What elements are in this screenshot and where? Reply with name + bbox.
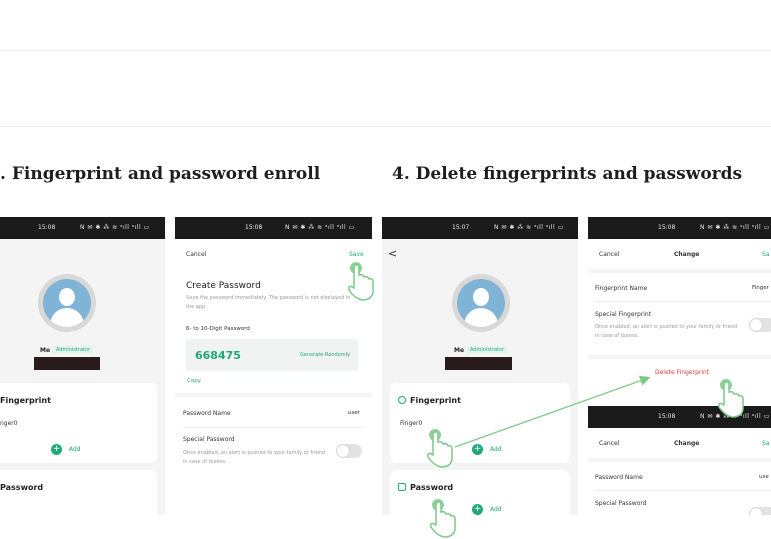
status-time: 15:07 [452,224,470,231]
special-password-toggle[interactable] [749,507,771,515]
divider [175,393,372,397]
add-password-button[interactable]: + [472,504,483,515]
user-name: Me [454,347,465,354]
status-icons: N ✉ ✱ ⁂ ≋ ᵃıll ᵃıll ▭ [80,224,150,231]
create-password-title: Create Password [186,281,261,291]
special-fingerprint-toggle[interactable] [749,318,771,332]
save-button[interactable]: Sa [762,440,770,447]
password-name-label: Password Name [183,410,231,417]
add-fingerprint-label[interactable]: Add [69,446,81,453]
redacted-info [445,357,512,370]
password-value: 668475 [195,349,241,362]
cancel-button[interactable]: Cancel [599,440,619,447]
add-fingerprint-label[interactable]: Add [490,446,502,453]
phone-screen-change-password: 15:08 N ✉ ✱ ⁂ ≋ ᵃıll ᵃıll ▭ Cancel Chang… [588,406,771,515]
tap-hand-icon [348,262,374,301]
fingerprint-item[interactable]: nger0 [0,420,18,427]
user-name: Me [40,347,51,354]
status-icons: N ✉ ✱ ⁂ ≋ ᵃıll ᵃıll ▭ [494,224,564,231]
fingerprint-title: Fingerprint [410,396,461,405]
create-password-note: Save the password immediately. The passw… [186,295,351,310]
status-icons: N ✉ ✱ ⁂ ≋ ᵃıll ᵃıll ▭ [285,224,355,231]
avatar [452,274,510,332]
fingerprint-name-label: Fingerprint Name [595,285,648,292]
divider [588,269,771,273]
avatar [38,274,96,332]
status-bar: 15:08 N ✉ ✱ ⁂ ≋ ᵃıll ᵃıll ▭ [175,217,372,239]
section-heading-enroll: . Fingerprint and password enroll [0,164,321,184]
fingerprint-icon [398,396,406,404]
status-time: 15:08 [245,224,263,231]
middle-divider [0,126,771,127]
role-badge: Administrator [467,346,508,354]
phone-screen-profile-enroll: 15:08 N ✉ ✱ ⁂ ≋ ᵃıll ᵃıll ▭ Me Administr… [0,217,165,515]
generate-randomly-button[interactable]: Generate Randomly [300,352,350,358]
tap-hand-icon [427,429,453,468]
password-name-value[interactable]: user [348,410,360,416]
special-password-title: Special Password [595,500,647,507]
password-icon [398,483,406,491]
fingerprint-item[interactable]: Finger0 [400,420,422,427]
cancel-button[interactable]: Cancel [186,251,206,258]
password-card: Password + Add [390,470,570,515]
password-card: Password [0,470,157,515]
special-password-description: Once enabled, an alert is pushed to your… [183,450,326,465]
add-password-label[interactable]: Add [490,506,502,513]
password-name-value[interactable]: use [759,474,769,480]
top-divider [0,50,771,51]
divider [588,355,771,359]
special-fingerprint-title: Special Fingerprint [595,311,652,318]
change-title: Change [674,251,700,258]
status-time: 15:08 [38,224,56,231]
phone-screen-profile-delete: 15:07 N ✉ ✱ ⁂ ≋ ᵃıll ᵃıll ▭ < Me Adminis… [382,217,578,515]
fingerprint-card: Fingerprint nger0 + Add [0,383,157,463]
tap-hand-icon [430,499,456,538]
cancel-button[interactable]: Cancel [599,251,619,258]
change-title: Change [674,440,700,447]
save-button[interactable]: Sa [762,251,770,258]
password-input[interactable]: 668475 Generate Randomly [186,339,358,371]
special-fingerprint-description: Once enabled, an alert is pushed to your… [595,324,738,339]
add-fingerprint-button[interactable]: + [472,444,483,455]
divider [595,490,771,491]
special-password-title: Special Password [183,436,235,443]
back-button[interactable]: < [388,247,397,260]
fingerprint-title: Fingerprint [0,396,51,405]
phone-screen-create-password: 15:08 N ✉ ✱ ⁂ ≋ ᵃıll ᵃıll ▭ Cancel Save … [175,217,372,515]
redacted-info [34,357,100,370]
section-heading-delete: 4. Delete fingerprints and passwords [392,164,743,184]
copy-link[interactable]: Copy [187,378,201,384]
delete-fingerprint-button[interactable]: Delete Fingerprint [655,369,709,376]
divider [588,458,771,462]
fingerprint-card: Fingerprint Finger0 + Add [390,383,570,463]
save-button[interactable]: Save [349,251,364,258]
role-badge: Administrator [53,346,94,354]
tap-hand-icon [718,379,744,418]
divider [183,427,364,428]
status-icons: N ✉ ✱ ⁂ ≋ ᵃıll ᵃıll ▭ [700,224,770,231]
password-name-label: Password Name [595,474,643,481]
add-fingerprint-button[interactable]: + [51,444,62,455]
password-title: Password [410,483,454,492]
status-bar: 15:08 N ✉ ✱ ⁂ ≋ ᵃıll ᵃıll ▭ [588,217,771,239]
password-title: Password [0,483,44,492]
status-bar: 15:08 N ✉ ✱ ⁂ ≋ ᵃıll ᵃıll ▭ [0,217,165,239]
divider [595,301,771,302]
digits-label: 6- to 10-Digit Password [186,326,250,332]
status-bar: 15:07 N ✉ ✱ ⁂ ≋ ᵃıll ᵃıll ▭ [382,217,578,239]
fingerprint-name-value[interactable]: Finger [752,285,769,291]
status-time: 15:08 [658,224,676,231]
status-time: 15:08 [658,413,676,420]
special-password-toggle[interactable] [336,444,362,458]
